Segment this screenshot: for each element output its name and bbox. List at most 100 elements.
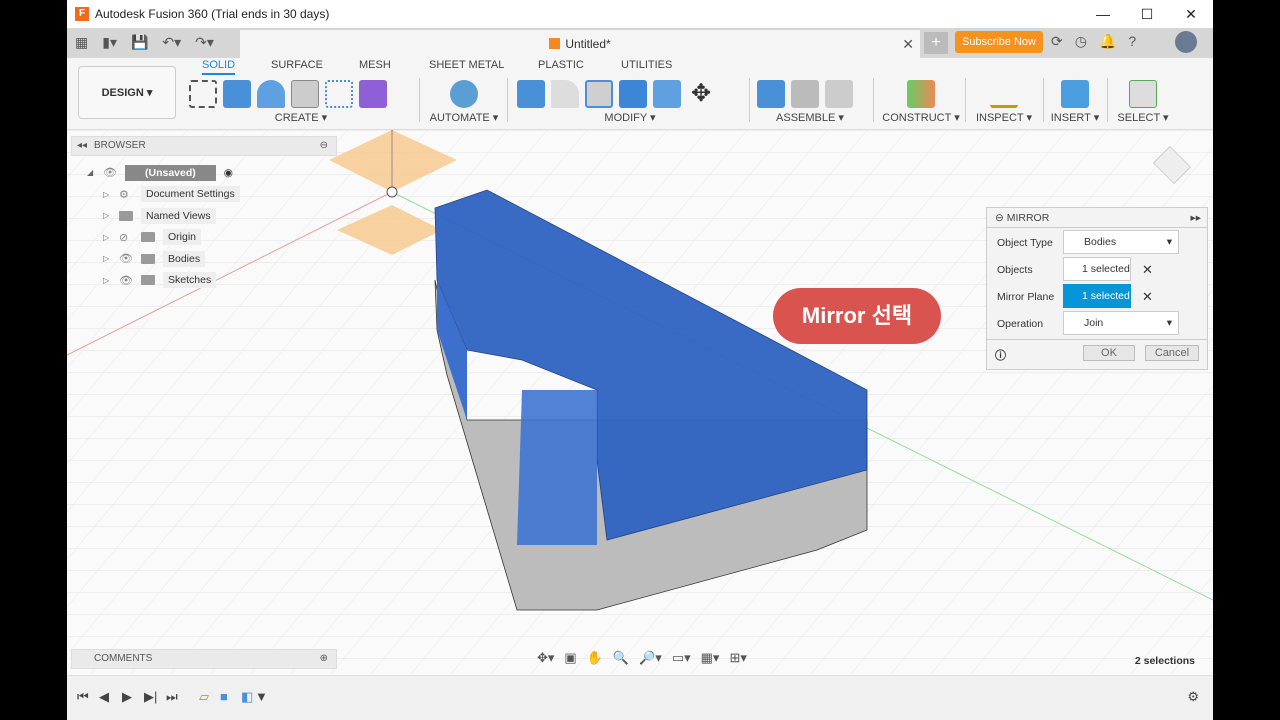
inspect-menu[interactable]: INSPECT ▾	[971, 111, 1037, 124]
close-button[interactable]: ✕	[1169, 0, 1213, 28]
redo-icon[interactable]: ↷▾	[195, 34, 214, 51]
info-icon[interactable]: ⓘ	[995, 347, 1006, 363]
objects-selection[interactable]: 1 selected	[1063, 257, 1131, 281]
data-panel-grid-icon[interactable]: ▦	[75, 34, 88, 51]
expand-arrow-icon[interactable]: ▷	[103, 276, 111, 285]
tree-item-sketches[interactable]: ▷ 👁 Sketches	[87, 270, 240, 292]
go-to-start-icon[interactable]: ⏮	[77, 689, 89, 705]
split-icon[interactable]	[653, 80, 681, 108]
new-tab-button[interactable]: +	[924, 32, 948, 54]
mirror-plane-selection[interactable]: 1 selected	[1063, 284, 1131, 308]
expand-arrow-icon[interactable]: ▷	[103, 254, 111, 263]
expand-arrow-icon[interactable]: ▷	[103, 190, 111, 199]
undo-icon[interactable]: ↶▾	[162, 34, 181, 51]
press-pull-icon[interactable]	[517, 80, 545, 108]
select-icon[interactable]	[1129, 80, 1157, 108]
insert-image-icon[interactable]	[1061, 80, 1089, 108]
go-to-end-icon[interactable]: ⏭	[166, 689, 178, 705]
construct-plane-icon[interactable]	[907, 80, 935, 108]
combine-icon[interactable]	[619, 80, 647, 108]
notifications-icon[interactable]: 🔔	[1099, 33, 1116, 50]
timeline-extrude-icon[interactable]: ■	[220, 689, 228, 704]
visibility-eye-icon[interactable]: 👁	[119, 274, 133, 287]
minimize-button[interactable]: —	[1081, 0, 1125, 28]
close-tab-button[interactable]: ✕	[902, 30, 914, 58]
move-icon[interactable]: ✥	[687, 80, 715, 108]
tree-item-named-views[interactable]: ▷ Named Views	[87, 205, 240, 227]
modify-menu[interactable]: MODIFY ▾	[517, 111, 743, 124]
job-status-icon[interactable]: ◷	[1075, 33, 1087, 50]
construct-menu[interactable]: CONSTRUCT ▾	[881, 111, 961, 124]
automate-icon[interactable]	[450, 80, 478, 108]
expand-dialog-icon[interactable]: ▸▸	[1190, 208, 1201, 228]
document-tab[interactable]: Untitled* ✕	[240, 30, 920, 58]
extrude-icon[interactable]	[223, 80, 251, 108]
extensions-icon[interactable]: ⟳	[1051, 33, 1063, 50]
zoom-icon[interactable]: 🔍	[613, 650, 629, 666]
pattern-icon[interactable]	[325, 80, 353, 108]
fit-icon[interactable]: 🔎▾	[639, 650, 662, 666]
visibility-eye-icon[interactable]: 👁	[103, 166, 117, 179]
tree-item-origin[interactable]: ▷ ⊘ Origin	[87, 227, 240, 249]
tab-sheet-metal[interactable]: SHEET METAL	[429, 59, 504, 71]
play-icon[interactable]: ▶	[122, 689, 132, 705]
save-icon[interactable]: 💾	[131, 34, 148, 51]
timeline-sketch-icon[interactable]: ▱	[199, 689, 209, 705]
browser-panel-header[interactable]: ◂◂ BROWSER ⊖	[71, 136, 337, 156]
create-menu[interactable]: CREATE ▾	[189, 111, 413, 124]
assemble-menu[interactable]: ASSEMBLE ▾	[757, 111, 863, 124]
maximize-button[interactable]: ☐	[1125, 0, 1169, 28]
tree-item-document-settings[interactable]: ▷ ⚙ Document Settings	[87, 184, 240, 206]
subscribe-button[interactable]: Subscribe Now	[955, 31, 1043, 53]
new-component-icon[interactable]	[757, 80, 785, 108]
timeline-settings-gear-icon[interactable]: ⚙	[1187, 689, 1199, 705]
select-menu[interactable]: SELECT ▾	[1113, 111, 1173, 124]
hole-icon[interactable]	[291, 80, 319, 108]
3d-viewport[interactable]: ◂◂ BROWSER ⊖ ◢ 👁 (Unsaved) ◉ ▷ ⚙ Document Set…	[67, 130, 1213, 675]
display-settings-icon[interactable]: ▭▾	[672, 650, 691, 666]
tree-root[interactable]: ◢ 👁 (Unsaved) ◉	[87, 162, 240, 184]
collapse-browser-icon[interactable]: ◂◂	[77, 137, 87, 155]
add-comment-icon[interactable]: ⊕	[320, 650, 328, 668]
visibility-eye-icon[interactable]: 👁	[119, 252, 133, 265]
object-type-select[interactable]: Bodies ▾	[1063, 230, 1179, 254]
insert-menu[interactable]: INSERT ▾	[1047, 111, 1103, 124]
joint-icon[interactable]	[791, 80, 819, 108]
expand-arrow-icon[interactable]: ▷	[103, 233, 111, 242]
create-sketch-icon[interactable]	[189, 80, 217, 108]
clear-objects-icon[interactable]: ✕	[1142, 262, 1153, 278]
tab-mesh[interactable]: MESH	[359, 59, 391, 71]
hidden-eye-icon[interactable]: ⊘	[119, 231, 133, 244]
comments-panel[interactable]: COMMENTS ⊕	[71, 649, 337, 669]
operation-select[interactable]: Join ▾	[1063, 311, 1179, 335]
as-built-joint-icon[interactable]	[825, 80, 853, 108]
tab-surface[interactable]: SURFACE	[271, 59, 323, 71]
viewports-icon[interactable]: ⊞▾	[729, 650, 746, 666]
ok-button[interactable]: OK	[1083, 345, 1135, 361]
form-icon[interactable]	[359, 80, 387, 108]
grid-settings-icon[interactable]: ▦▾	[701, 650, 720, 666]
orbit-icon[interactable]: ✥▾	[537, 650, 554, 666]
revolve-icon[interactable]	[257, 80, 285, 108]
help-icon[interactable]: ?	[1128, 33, 1136, 50]
step-back-icon[interactable]: ◀	[99, 689, 109, 705]
fillet-icon[interactable]	[551, 80, 579, 108]
clear-mirror-plane-icon[interactable]: ✕	[1142, 289, 1153, 305]
pan-icon[interactable]: ✋	[587, 650, 603, 666]
avatar[interactable]	[1175, 31, 1197, 53]
automate-menu[interactable]: AUTOMATE ▾	[429, 111, 499, 124]
active-radio-icon[interactable]: ◉	[224, 167, 233, 179]
cancel-button[interactable]: Cancel	[1145, 345, 1199, 361]
step-forward-icon[interactable]: ▶|	[144, 689, 157, 705]
tree-item-bodies[interactable]: ▷ 👁 Bodies	[87, 248, 240, 270]
timeline-marker[interactable]: ▼	[255, 689, 268, 704]
measure-icon[interactable]	[990, 80, 1018, 108]
timeline-fillet-icon[interactable]: ◧	[241, 689, 253, 705]
tab-utilities[interactable]: UTILITIES	[621, 59, 672, 71]
expand-arrow-icon[interactable]: ▷	[103, 211, 111, 220]
minimize-browser-icon[interactable]: ⊖	[320, 137, 328, 155]
shell-icon[interactable]	[585, 80, 613, 108]
file-menu-icon[interactable]: ▮▾	[102, 34, 117, 51]
tab-plastic[interactable]: PLASTIC	[538, 59, 584, 71]
workspace-switcher[interactable]: DESIGN ▾	[78, 66, 176, 119]
